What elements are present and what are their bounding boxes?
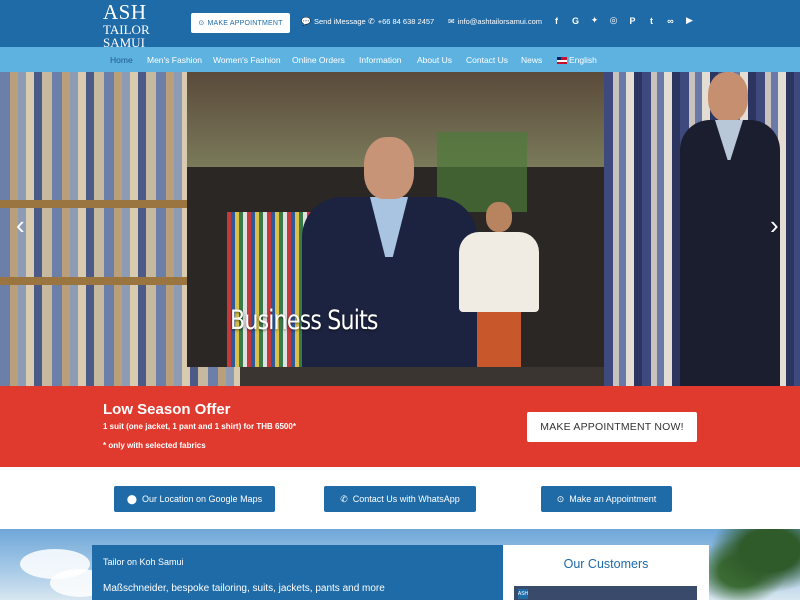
google-maps-label: Our Location on Google Maps [142, 494, 263, 504]
nav-item-news[interactable]: News [521, 55, 542, 65]
chevron-left-icon: ‹ [16, 210, 25, 240]
make-an-appointment-button[interactable]: ⊙ Make an Appointment [541, 486, 672, 512]
pinterest-icon[interactable]: P [627, 15, 638, 26]
make-appointment-now-button[interactable]: MAKE APPOINTMENT NOW! [527, 412, 697, 442]
top-header: ASH TAILOR SAMUI ⊙ MAKE APPOINTMENT 💬 Se… [0, 0, 800, 50]
uk-flag-icon [557, 57, 567, 65]
phone-label: +66 84 638 2457 [377, 17, 435, 26]
chevron-right-icon: › [770, 210, 779, 240]
intro-subtitle: Maßschneider, bespoke tailoring, suits, … [103, 583, 385, 594]
customers-badge: ASH [517, 589, 529, 599]
social-links: f G ✦ ◎ P t ∞ ▶ [551, 15, 695, 26]
customers-title: Our Customers [563, 557, 649, 571]
customers-thumbnail[interactable]: ASH [514, 586, 697, 600]
intro-title: Tailor on Koh Samui [103, 557, 184, 567]
nav-item-language[interactable]: English [557, 55, 597, 65]
whatsapp-contact-label: Contact Us with WhatsApp [352, 494, 460, 504]
site-logo[interactable]: ASH TAILOR SAMUI [103, 0, 150, 50]
chat-bubble-icon: 💬 [301, 17, 311, 26]
slide-caption: Business Suits [230, 305, 378, 336]
intro-box: Tailor on Koh Samui Maßschneider, bespok… [92, 545, 503, 600]
language-label: English [569, 55, 597, 65]
make-appointment-button[interactable]: ⊙ MAKE APPOINTMENT [191, 13, 290, 33]
slider-prev-button[interactable]: ‹ [16, 212, 25, 238]
whatsapp-icon: ✆ [340, 493, 348, 504]
bottom-section: Tailor on Koh Samui Maßschneider, bespok… [0, 529, 800, 600]
facebook-icon[interactable]: f [551, 15, 562, 26]
slider-next-button[interactable]: › [770, 212, 779, 238]
nav-item-womens-fashion[interactable]: Women's Fashion [213, 55, 281, 65]
customers-box: Our Customers ASH [503, 545, 709, 600]
action-buttons-row: ⬤ Our Location on Google Maps ✆ Contact … [0, 467, 800, 529]
offer-description: 1 suit (one jacket, 1 pant and 1 shirt) … [103, 422, 296, 431]
make-appointment-label: MAKE APPOINTMENT [207, 19, 283, 27]
slide-person-right [680, 72, 780, 386]
youtube-icon[interactable]: ▶ [684, 15, 695, 26]
map-marker-icon: ⬤ [126, 493, 137, 504]
google-icon[interactable]: G [570, 15, 581, 26]
tripadvisor-icon[interactable]: ∞ [665, 15, 676, 26]
email-link[interactable]: ✉ info@ashtailorsamui.com [448, 17, 542, 26]
palm-tree-image [700, 529, 800, 600]
slide-person-tailor [459, 202, 539, 367]
offer-note: * only with selected fabrics [103, 441, 206, 450]
nav-item-online-orders[interactable]: Online Orders [292, 55, 345, 65]
email-label: info@ashtailorsamui.com [457, 17, 543, 26]
make-an-appointment-label: Make an Appointment [569, 494, 657, 504]
instagram-icon[interactable]: ◎ [608, 15, 619, 26]
main-nav: Home Men's Fashion Women's Fashion Onlin… [0, 47, 800, 72]
clock-icon: ⊙ [198, 20, 205, 27]
nav-item-information[interactable]: Information [359, 55, 402, 65]
tumblr-icon[interactable]: t [646, 15, 657, 26]
nav-item-about-us[interactable]: About Us [417, 55, 452, 65]
hero-slider: Business Suits ‹ › [0, 72, 800, 386]
imessage-label: Send iMessage [313, 17, 366, 26]
nav-item-home[interactable]: Home [110, 55, 133, 65]
twitter-icon[interactable]: ✦ [589, 15, 600, 26]
clock-icon: ⊙ [556, 493, 565, 504]
google-maps-button[interactable]: ⬤ Our Location on Google Maps [114, 486, 275, 512]
envelope-icon: ✉ [448, 17, 455, 26]
whatsapp-icon: ✆ [368, 17, 375, 26]
nav-item-mens-fashion[interactable]: Men's Fashion [147, 55, 202, 65]
offer-title: Low Season Offer [103, 401, 231, 418]
whatsapp-contact-button[interactable]: ✆ Contact Us with WhatsApp [324, 486, 476, 512]
nav-item-contact-us[interactable]: Contact Us [466, 55, 508, 65]
offer-banner: Low Season Offer 1 suit (one jacket, 1 p… [0, 386, 800, 467]
logo-line-1: ASH [103, 0, 147, 24]
send-imessage-link[interactable]: 💬 Send iMessage [301, 17, 366, 26]
phone-link[interactable]: ✆ +66 84 638 2457 [368, 17, 434, 26]
